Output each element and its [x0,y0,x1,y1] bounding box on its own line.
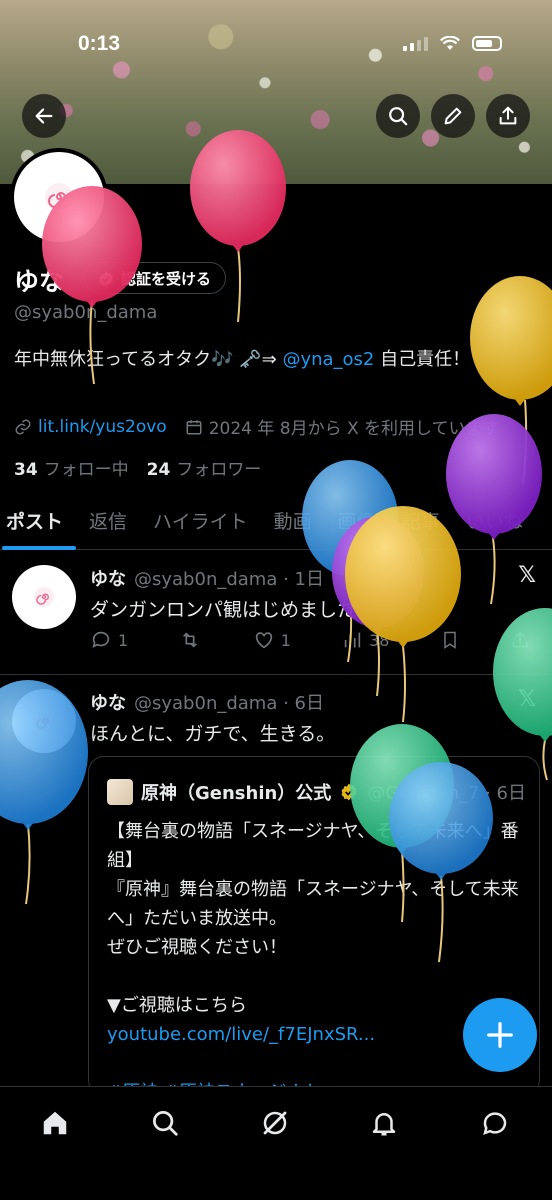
followers-link[interactable]: 24 フォロワー [147,455,262,480]
link-icon [15,419,31,434]
compose-post-button[interactable] [463,998,537,1072]
status-bar: 0:13 [0,30,552,62]
grok-icon [263,1111,287,1135]
tab-replies[interactable]: 返信 [76,490,140,550]
edit-button[interactable] [431,94,475,138]
nav-search[interactable] [147,1105,183,1141]
status-time: 0:13 [78,32,121,55]
naruto-fishcake-icon [45,183,73,211]
repost-icon [183,632,198,648]
tab-media[interactable]: 画像 [325,490,389,550]
quoted-line: ▼ご視聴はこちら [107,995,247,1016]
profile-handle: @syab0n_dama [14,302,158,323]
bookmark-button[interactable] [440,629,460,651]
post-avatar[interactable] [12,565,76,629]
quoted-line: 【舞台裏の物語「スネージナヤ、そして未来へ」番組】 [107,821,519,871]
quoted-author-avatar [107,779,133,805]
bio-text-end: 自己責任！ [374,349,471,370]
view-count: 38 [369,630,390,650]
quoted-author-name: 原神（Genshin）公式 [141,783,332,804]
get-verified-label: 認証を受ける [121,269,212,288]
reply-count: 1 [118,630,129,650]
reply-button[interactable]: 1 [90,629,128,651]
battery-icon [472,36,502,51]
followers-label: フォロワー [176,460,262,480]
back-icon [35,108,53,124]
profile-joined-date: 2024 年 8月から X を利用しています [208,419,500,439]
post-item[interactable]: ゆな @syab0n_dama · 1日 𝕏 ダンガンロンパ観はじめました 1 1… [0,551,552,675]
quoted-line: ぜひご視聴ください！ [107,937,287,958]
bookmark-icon [443,631,456,649]
calendar-icon [186,419,202,434]
wifi-icon [440,36,460,50]
search-icon [153,1111,178,1136]
tab-posts[interactable]: ポスト [0,490,77,550]
repost-button[interactable] [178,629,202,651]
nav-grok[interactable] [257,1105,293,1141]
cellular-signal-icon [403,36,428,51]
tab-likes[interactable]: いいね [453,490,536,550]
follow-stats: 34 フォロー中 24 フォロワー [14,455,261,480]
nav-home[interactable] [37,1105,73,1141]
profile-bio: 年中無休狂ってるオタク🎶 🗝️⇒ @yna_os2 自己責任！ [14,346,534,374]
tab-highlights[interactable]: ハイライト [140,490,261,550]
naruto-fishcake-icon [34,711,54,731]
reply-icon [92,631,110,648]
profile-name: ゆな [14,267,65,296]
followers-count: 24 [146,460,171,480]
following-count: 34 [14,460,38,480]
nav-notifications[interactable] [366,1105,402,1141]
like-count: 1 [280,630,291,650]
tab-articles[interactable]: 記事 [389,490,453,550]
quoted-line: 『原神』舞台裏の物語「スネージナヤ、そして未来へ」ただいま放送中。 [107,879,519,929]
bio-mention-link[interactable]: @yna_os2 [282,349,374,370]
message-icon [483,1112,507,1136]
quoted-handle-time: @Genshin_7 · 6日 [367,783,527,804]
following-label: フォロー中 [43,460,129,480]
following-link[interactable]: 34 フォロー中 [14,455,129,480]
get-verified-button[interactable]: 認証を受ける [84,262,227,294]
search-button[interactable] [376,94,420,138]
post-author-name: ゆな [90,693,126,714]
tab-videos[interactable]: 動画 [261,490,325,550]
naruto-fishcake-icon [34,587,54,607]
heart-icon [255,632,272,649]
verified-gold-badge-icon [341,783,357,801]
share-post-button[interactable] [510,629,530,651]
views-icon [344,632,361,648]
bottom-navigation [0,1086,552,1200]
x-logo-icon: 𝕏 [518,563,536,588]
balloon [470,276,552,406]
profile-tabs: ポスト 返信 ハイライト 動画 画像 記事 いいね [0,490,552,550]
x-logo-icon: 𝕏 [518,687,536,712]
home-icon [43,1111,67,1135]
post-actions: 1 1 38 [90,629,530,651]
post-handle-time: @syab0n_dama · 6日 [134,693,324,714]
share-button[interactable] [486,94,530,138]
back-button[interactable] [22,94,66,138]
like-button[interactable]: 1 [253,629,291,651]
profile-website-link[interactable]: lit.link/yus2ovo [38,417,167,437]
profile-avatar[interactable] [10,148,108,246]
post-avatar[interactable] [12,689,76,753]
share-icon [512,631,528,648]
post-author-name: ゆな [90,569,126,590]
share-icon [499,106,517,125]
post-text: ダンガンロンパ観はじめました [90,599,357,621]
post-handle-time: @syab0n_dama · 1日 [134,569,324,590]
quoted-post-text: 【舞台裏の物語「スネージナヤ、そして未来へ」番組】 『原神』舞台裏の物語「スネー… [107,817,527,1107]
nav-messages[interactable] [477,1105,513,1141]
views-button[interactable]: 38 [341,629,389,651]
bell-icon [372,1113,396,1136]
pencil-icon [444,107,462,125]
search-icon [389,107,408,126]
bio-text: 年中無休狂ってるオタク🎶 🗝️⇒ [14,349,283,370]
post-text: ほんとに、ガチで、生きる。 [90,723,336,745]
plus-icon [487,1022,513,1048]
profile-meta: lit.link/yus2ovo 2024 年 8月から X を利用しています [14,414,500,439]
verified-badge-icon [99,271,113,287]
